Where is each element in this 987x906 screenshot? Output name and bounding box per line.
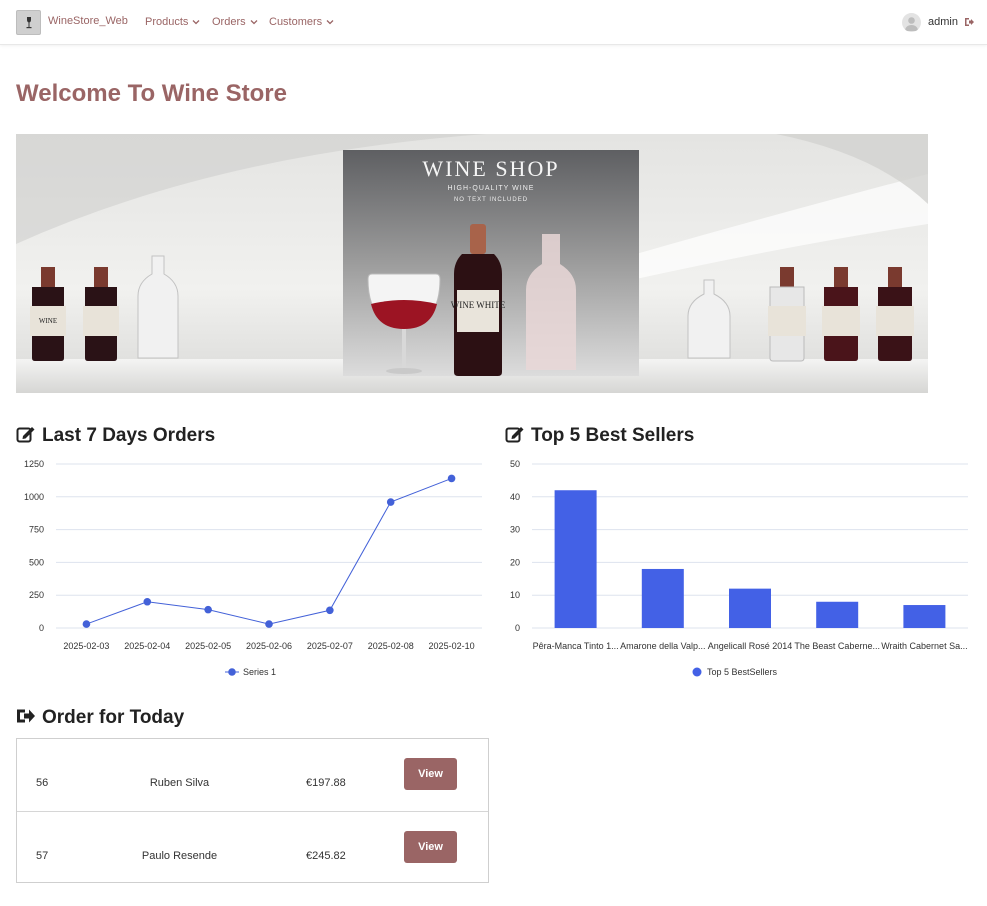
- x-tick-label: 2025-02-10: [429, 641, 475, 651]
- svg-text:WINE WHITE: WINE WHITE: [451, 300, 506, 310]
- logout-icon[interactable]: [964, 17, 974, 27]
- y-tick-label: 250: [29, 590, 44, 600]
- bar: [554, 490, 597, 628]
- banner-image: WINE SHOP HIGH-QUALITY WINE NO TEXT INCL…: [16, 134, 928, 393]
- today-orders-heading: Order for Today: [16, 707, 184, 729]
- data-point: [386, 498, 395, 506]
- nav-orders[interactable]: Orders: [212, 16, 258, 28]
- page-title: Welcome To Wine Store: [16, 80, 287, 107]
- chevron-down-icon: [326, 20, 334, 25]
- orders-line-chart-svg: 0 250 500 750 1000 1250 2025-02-03 2025-02-04 20…: [24, 459, 482, 677]
- order-customer: Paulo Resende: [141, 850, 218, 862]
- edit-icon: [505, 427, 524, 443]
- bar: [816, 601, 859, 628]
- wine-shop-banner: WINE SHOP HIGH-QUALITY WINE NO TEXT INCL…: [16, 134, 928, 393]
- data-point: [82, 620, 91, 628]
- x-tick-label: Pêra-Manca Tinto 1...: [533, 641, 619, 651]
- nav-products[interactable]: Products: [145, 16, 200, 28]
- y-tick-label: 750: [29, 525, 44, 535]
- y-tick-label: 1000: [24, 492, 44, 502]
- user-avatar[interactable]: [902, 13, 921, 32]
- nav-customers[interactable]: Customers: [269, 16, 334, 28]
- data-point: [143, 597, 152, 606]
- y-tick-label: 0: [515, 623, 520, 633]
- sign-out-icon: [17, 709, 35, 723]
- order-total: €197.88: [306, 777, 346, 789]
- view-order-button[interactable]: View: [404, 758, 457, 790]
- legend-marker: [228, 668, 236, 676]
- order-id: 57: [36, 850, 49, 862]
- legend-label: Series 1: [243, 667, 276, 677]
- orders-chart-title: Last 7 Days Orders: [42, 425, 216, 446]
- today-orders-title: Order for Today: [42, 707, 185, 728]
- y-tick-label: 1250: [24, 459, 44, 469]
- user-name[interactable]: admin: [928, 16, 958, 28]
- chevron-down-icon: [192, 20, 200, 25]
- chevron-down-icon: [250, 20, 258, 25]
- data-point: [265, 620, 273, 628]
- orders-chart-heading: Last 7 Days Orders: [16, 425, 215, 447]
- top-navbar: WineStore_Web Products Orders Customers …: [0, 0, 987, 45]
- legend-marker: [692, 667, 702, 677]
- user-icon: [905, 17, 918, 31]
- x-tick-label: 2025-02-03: [63, 641, 109, 651]
- y-tick-label: 500: [29, 557, 44, 567]
- x-tick-label: 2025-02-08: [368, 641, 414, 651]
- x-tick-label: The Beast Caberne...: [794, 641, 880, 651]
- y-tick-label: 0: [39, 623, 44, 633]
- order-id: 56: [36, 777, 49, 789]
- table-row: 57 Paulo Resende €245.82 View: [17, 811, 488, 883]
- order-customer: Ruben Silva: [149, 777, 210, 789]
- series-line: [86, 477, 452, 625]
- svg-text:WINE: WINE: [39, 317, 57, 325]
- y-tick-label: 20: [510, 557, 520, 567]
- today-orders-table: 56 Ruben Silva €197.88 View 57 Paulo Res…: [16, 738, 489, 883]
- nav-customers-label: Customers: [269, 16, 323, 28]
- x-tick-label: 2025-02-06: [246, 641, 292, 651]
- nav-orders-label: Orders: [212, 16, 246, 28]
- best-sellers-bar-chart-svg: 0 10 20 30 40 50 Pêra-Manca Tinto 1... Amarone …: [510, 459, 968, 677]
- edit-icon: [16, 427, 35, 443]
- wine-logo-icon: [26, 16, 31, 28]
- y-tick-label: 50: [510, 459, 520, 469]
- data-point: [326, 606, 334, 615]
- y-tick-label: 30: [510, 525, 520, 535]
- sellers-chart-title: Top 5 Best Sellers: [531, 425, 695, 446]
- svg-text:WINE SHOP: WINE SHOP: [422, 156, 559, 181]
- x-tick-label: 2025-02-07: [307, 641, 353, 651]
- svg-text:NO TEXT INCLUDED: NO TEXT INCLUDED: [454, 197, 528, 203]
- order-total: €245.82: [306, 850, 346, 862]
- data-point: [204, 605, 212, 614]
- data-point: [447, 474, 456, 483]
- bar: [641, 568, 684, 628]
- x-tick-label: Amarone della Valp...: [620, 641, 705, 651]
- sellers-chart-heading: Top 5 Best Sellers: [505, 425, 694, 447]
- table-row: 56 Ruben Silva €197.88 View: [17, 739, 488, 811]
- brand-name[interactable]: WineStore_Web: [48, 15, 128, 27]
- nav-products-label: Products: [145, 16, 189, 28]
- orders-line-chart: 0 250 500 750 1000 1250 2025-02-03 2025-02-04 20…: [16, 455, 486, 690]
- svg-text:HIGH-QUALITY WINE: HIGH-QUALITY WINE: [448, 185, 535, 192]
- x-tick-label: 2025-02-04: [124, 641, 170, 651]
- x-tick-label: Angelicall Rosé 2014: [708, 641, 793, 651]
- view-order-button[interactable]: View: [404, 831, 457, 863]
- y-tick-label: 40: [510, 492, 520, 502]
- x-tick-label: 2025-02-05: [185, 641, 231, 651]
- bar: [903, 605, 946, 628]
- best-sellers-bar-chart: 0 10 20 30 40 50 Pêra-Manca Tinto 1... Amarone …: [505, 455, 975, 690]
- x-tick-label: Wraith Cabernet Sa...: [881, 641, 967, 651]
- bar: [729, 588, 771, 628]
- brand-logo[interactable]: [16, 10, 41, 35]
- legend-label: Top 5 BestSellers: [707, 667, 778, 677]
- y-tick-label: 10: [510, 590, 520, 600]
